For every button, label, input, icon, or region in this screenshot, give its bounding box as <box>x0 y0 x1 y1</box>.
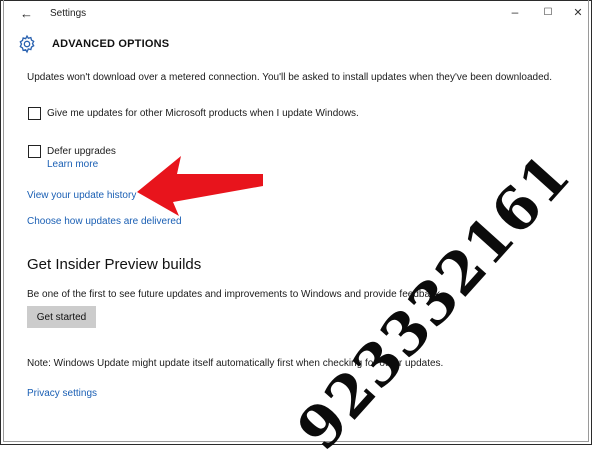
back-arrow-icon[interactable]: ← <box>20 6 33 21</box>
defer-upgrades-label[interactable]: Defer upgrades <box>47 146 116 157</box>
gear-icon <box>19 34 35 54</box>
minimize-button[interactable]: – <box>505 5 525 19</box>
maximize-button[interactable]: ☐ <box>538 7 558 18</box>
watermark: 923332161 <box>284 100 592 463</box>
metered-connection-note: Updates won't download over a metered co… <box>27 72 552 83</box>
insider-section-title: Get Insider Preview builds <box>27 256 202 273</box>
close-button[interactable]: ✕ <box>568 6 588 19</box>
page-header: ADVANCED OPTIONS <box>0 28 592 60</box>
learn-more-link[interactable]: Learn more <box>47 159 98 170</box>
get-started-button[interactable]: Get started <box>27 306 96 328</box>
page-title: ADVANCED OPTIONS <box>52 38 170 50</box>
red-arrow-annotation <box>137 156 263 216</box>
window-title: Settings <box>50 8 87 19</box>
other-products-checkbox[interactable] <box>28 107 41 120</box>
defer-upgrades-checkbox[interactable] <box>28 145 41 158</box>
watermark-text: 923332161 <box>284 140 584 463</box>
title-bar: ← Settings – ☐ ✕ <box>0 0 592 28</box>
privacy-settings-link[interactable]: Privacy settings <box>27 388 97 399</box>
view-update-history-link[interactable]: View your update history <box>27 190 136 201</box>
